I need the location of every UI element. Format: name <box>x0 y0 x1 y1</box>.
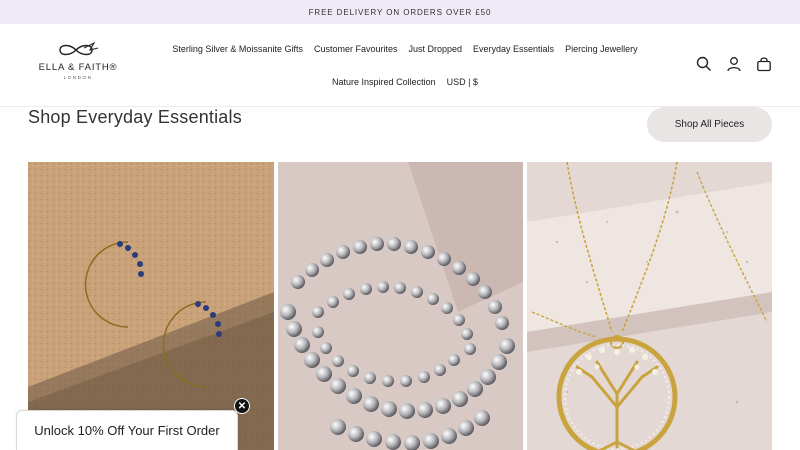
product-tile-bead-bracelets[interactable] <box>278 162 523 450</box>
brand-name: ELLA & FAITH® <box>38 62 118 73</box>
close-icon[interactable]: ✕ <box>234 398 250 414</box>
currency-selector[interactable]: USD | $ <box>447 77 478 87</box>
tree-pendant-image <box>527 162 772 450</box>
nav-item-everyday-essentials[interactable]: Everyday Essentials <box>473 44 554 54</box>
section-title: Shop Everyday Essentials <box>28 107 242 127</box>
nav-item-customer-favourites[interactable]: Customer Favourites <box>314 44 398 54</box>
site-header: ELLA & FAITH® LONDON Sterling Silver & M… <box>0 24 800 107</box>
brand-city: LONDON <box>63 75 93 80</box>
nav-item-sterling-silver[interactable]: Sterling Silver & Moissanite Gifts <box>172 44 303 54</box>
bag-icon[interactable] <box>756 56 772 72</box>
nav-item-nature-inspired[interactable]: Nature Inspired Collection <box>332 77 436 87</box>
infinity-logo-icon <box>59 41 99 56</box>
nav-item-just-dropped[interactable]: Just Dropped <box>408 44 462 54</box>
main-nav: Sterling Silver & Moissanite Gifts Custo… <box>150 38 660 93</box>
nav-row-2: Nature Inspired Collection USD | $ <box>150 71 660 93</box>
announcement-bar: FREE DELIVERY ON ORDERS OVER £50 <box>0 0 800 24</box>
first-order-discount-button[interactable]: Unlock 10% Off Your First Order <box>16 410 238 450</box>
nav-row-1: Sterling Silver & Moissanite Gifts Custo… <box>150 38 660 60</box>
nav-item-piercing-jewellery[interactable]: Piercing Jewellery <box>565 44 638 54</box>
account-icon[interactable] <box>726 56 742 72</box>
shop-all-button[interactable]: Shop All Pieces <box>647 107 772 142</box>
announcement-text: FREE DELIVERY ON ORDERS OVER £50 <box>308 7 492 17</box>
logo[interactable]: ELLA & FAITH® LONDON <box>37 40 119 96</box>
search-icon[interactable] <box>696 56 712 72</box>
product-tile-tree-pendant[interactable] <box>527 162 772 450</box>
bead-bracelets-image <box>278 162 523 450</box>
header-icons <box>696 56 772 72</box>
